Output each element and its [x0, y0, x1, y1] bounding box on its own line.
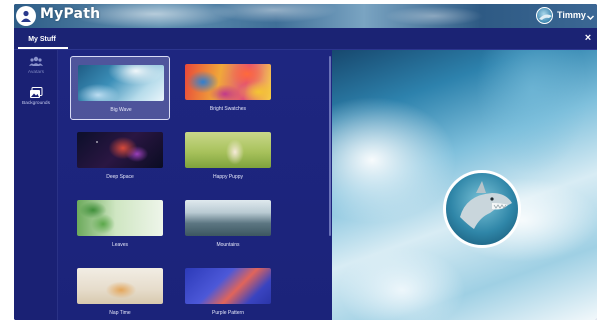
sidebar-item-label: Backgrounds	[22, 101, 50, 106]
active-tab-indicator	[18, 47, 68, 49]
sidebar-item-backgrounds[interactable]: Backgrounds	[14, 86, 58, 116]
background-card-purple-pattern[interactable]: Purple Pattern	[178, 260, 278, 320]
app-window: MyPath Timmy My Stuff × Avatars Backgrou…	[14, 4, 597, 320]
background-label: Happy Puppy	[212, 174, 244, 180]
background-thumbnail	[185, 132, 271, 168]
background-preview	[332, 50, 597, 320]
background-thumbnail	[78, 65, 164, 101]
background-thumbnail	[185, 268, 271, 304]
sidebar-item-label: Avatars	[27, 70, 45, 75]
top-bar: MyPath Timmy	[14, 4, 597, 28]
image-icon	[28, 86, 44, 99]
background-thumbnail	[185, 200, 271, 236]
background-card-happy-puppy[interactable]: Happy Puppy	[178, 124, 278, 188]
background-card-leaves[interactable]: Leaves	[70, 192, 170, 256]
app-logo-text: MyPath	[40, 6, 101, 22]
background-label: Bright Swatches	[209, 106, 247, 112]
person-icon	[16, 6, 36, 26]
background-grid: Big Wave Bright Swatches Deep Space Happ…	[58, 50, 332, 320]
background-thumbnail	[77, 132, 163, 168]
background-label: Big Wave	[110, 107, 132, 113]
user-name[interactable]: Timmy	[557, 10, 586, 20]
people-icon	[28, 55, 44, 68]
avatar	[443, 170, 521, 248]
background-label: Deep Space	[106, 174, 134, 180]
tab-strip: My Stuff ×	[14, 28, 597, 50]
background-thumbnail	[185, 64, 271, 100]
sidebar-item-avatars[interactable]: Avatars	[14, 55, 58, 85]
user-avatar[interactable]	[536, 7, 553, 24]
background-card-bright-swatches[interactable]: Bright Swatches	[178, 56, 278, 120]
close-button[interactable]: ×	[582, 31, 594, 45]
background-label: Nap Time	[109, 310, 131, 316]
grid-scrollbar[interactable]	[329, 56, 331, 236]
background-card-big-wave[interactable]: Big Wave	[70, 56, 170, 120]
background-card-nap-time[interactable]: Nap Time	[70, 260, 170, 320]
background-thumbnail	[77, 200, 163, 236]
category-sidebar: Avatars Backgrounds	[14, 50, 58, 320]
chevron-down-icon[interactable]	[586, 9, 595, 27]
background-thumbnail	[77, 268, 163, 304]
background-label: Mountains	[216, 242, 240, 248]
tab-my-stuff-label: My Stuff	[28, 35, 56, 43]
background-card-mountains[interactable]: Mountains	[178, 192, 278, 256]
background-label: Leaves	[111, 242, 129, 248]
background-card-deep-space[interactable]: Deep Space	[70, 124, 170, 188]
background-label: Purple Pattern	[212, 310, 244, 316]
